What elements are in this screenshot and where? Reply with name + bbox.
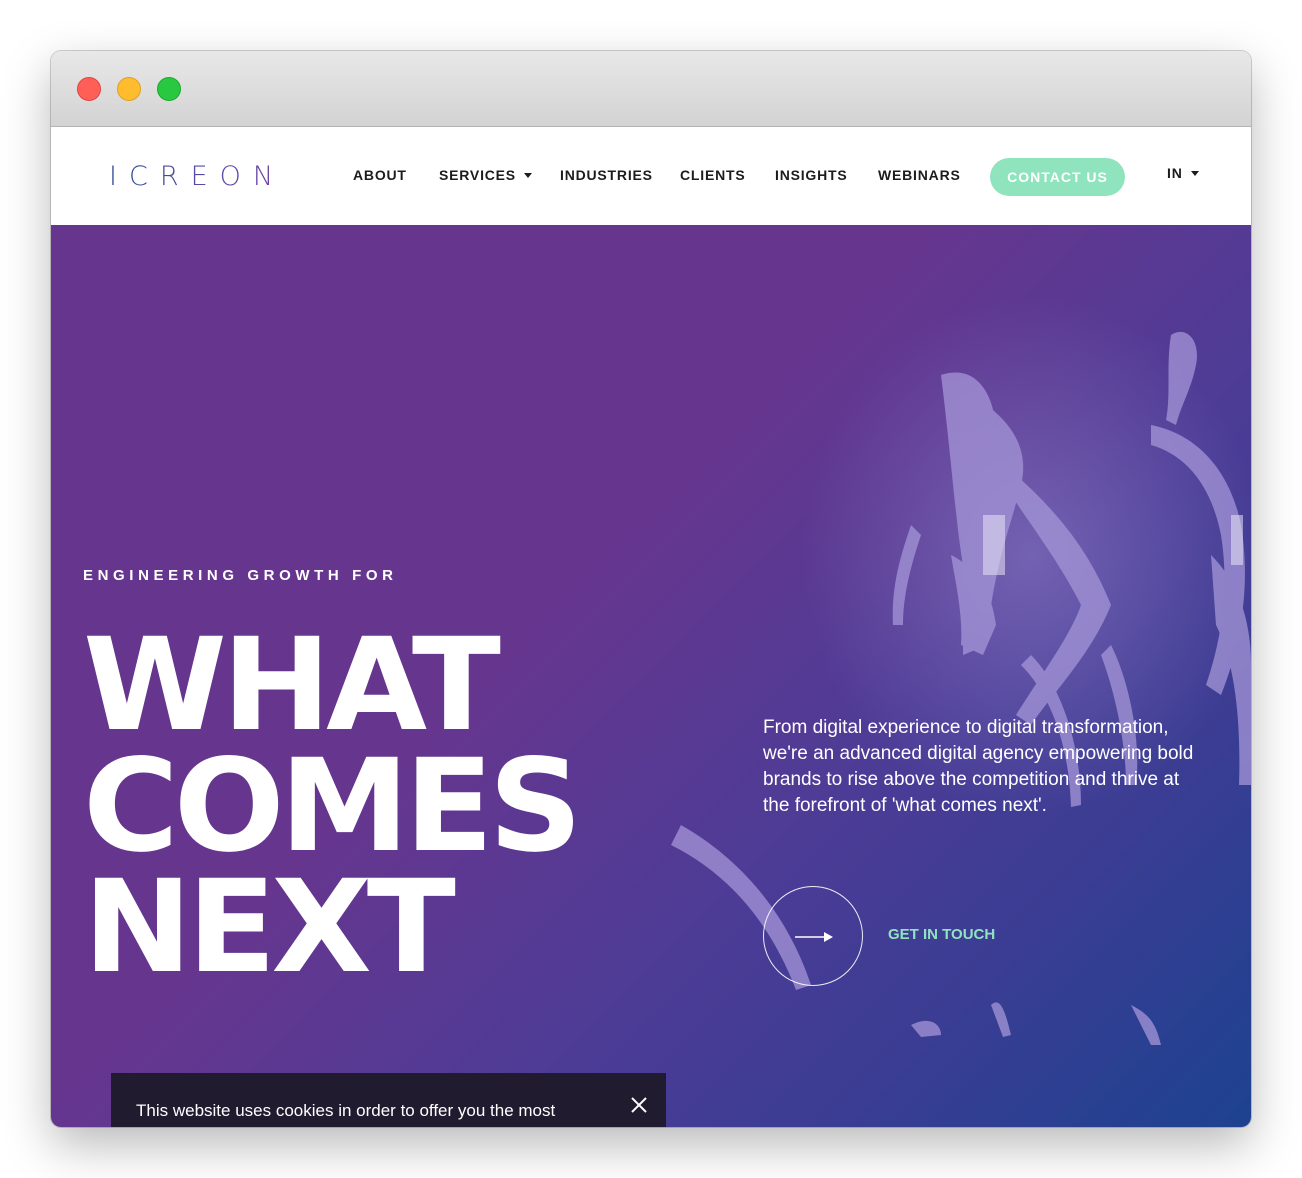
contact-us-button[interactable]: CONTACT US [990,158,1125,196]
icreon-logo[interactable]: ICREON [109,162,285,190]
hero-headline: WHAT COMES NEXT [83,611,583,1002]
title-bar [51,51,1251,127]
nav-webinars-label: WEBINARS [878,167,961,183]
nav-industries-label: INDUSTRIES [560,167,653,183]
get-in-touch-arrow-button[interactable] [763,886,863,986]
runners-icon [671,295,1251,1045]
cookie-message: This website uses cookies in order to of… [136,1101,556,1127]
minimize-window-button[interactable] [117,77,141,101]
get-in-touch-link[interactable]: GET IN TOUCH [888,926,995,943]
nav-about-label: ABOUT [353,167,407,183]
browser-window: ICREON ABOUT SERVICES INDUSTRIES CLIENTS… [51,51,1251,1127]
nav-services[interactable]: SERVICES [439,167,532,183]
arrow-right-icon [795,932,833,942]
hero-eyebrow: ENGINEERING GROWTH FOR [83,567,398,584]
nav-about[interactable]: ABOUT [353,167,407,183]
nav-clients-label: CLIENTS [680,167,746,183]
maximize-window-button[interactable] [157,77,181,101]
nav-industries[interactable]: INDUSTRIES [560,167,653,183]
logo-text: ICREON [109,160,286,192]
region-selector[interactable]: IN [1167,165,1199,181]
hero-section: ENGINEERING GROWTH FOR WHAT COMES NEXT F… [51,225,1251,1127]
nav-webinars[interactable]: WEBINARS [878,167,961,183]
hero-description: From digital experience to digital trans… [763,717,1194,816]
headline-line: COMES [83,732,583,881]
nav-insights[interactable]: INSIGHTS [775,167,848,183]
contact-us-label: CONTACT US [1007,169,1108,185]
headline-line: NEXT [83,853,456,1002]
region-label: IN [1167,165,1183,181]
nav-insights-label: INSIGHTS [775,167,848,183]
chevron-down-icon [523,172,532,178]
nav-services-label: SERVICES [439,167,516,183]
close-window-button[interactable] [77,77,101,101]
nav-clients[interactable]: CLIENTS [680,167,746,183]
chevron-down-icon [1190,170,1199,176]
site-header: ICREON ABOUT SERVICES INDUSTRIES CLIENTS… [51,127,1251,225]
headline-line: WHAT [83,611,501,760]
cookie-banner: This website uses cookies in order to of… [111,1073,666,1127]
close-icon[interactable] [629,1095,649,1115]
